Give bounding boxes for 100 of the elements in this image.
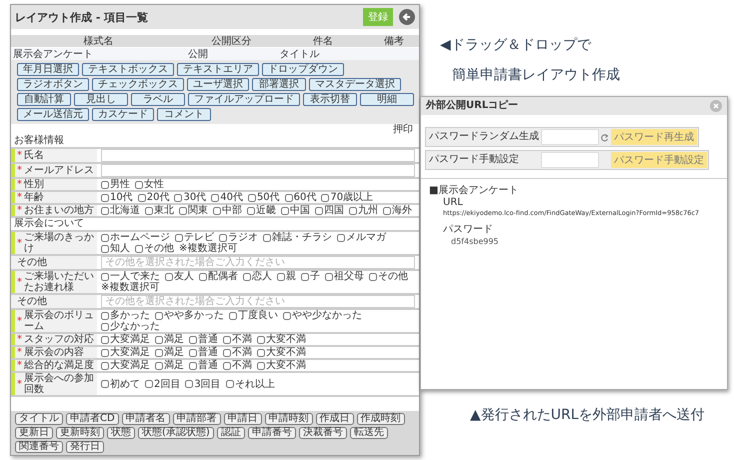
checkbox[interactable] [199,272,207,280]
checkbox[interactable] [101,244,109,252]
checkbox[interactable] [257,362,265,370]
palette-item[interactable]: ラジオボタン [17,78,89,91]
checkbox[interactable] [321,194,330,202]
field-chip[interactable]: 状態(承認状態) [138,427,214,439]
checkbox[interactable] [325,272,333,280]
text-field[interactable]: その他を選択された場合ご入力ください [101,295,415,308]
field-chip[interactable]: 作成時刻 [356,413,405,425]
palette-item[interactable]: マスタデータ選択 [309,78,401,91]
checkbox[interactable] [229,312,237,320]
password-field[interactable] [541,152,599,168]
field-chip[interactable]: 申請時刻 [264,413,313,425]
checkbox[interactable] [223,362,231,370]
field-chip[interactable]: 更新時刻 [56,427,104,439]
checkbox[interactable] [257,336,265,344]
checkbox[interactable] [243,272,251,280]
back-icon[interactable] [399,9,415,25]
checkbox[interactable] [101,312,109,320]
checkbox[interactable] [101,234,109,242]
checkbox[interactable] [174,194,182,202]
checkbox[interactable] [155,336,163,344]
checkbox[interactable] [145,380,153,388]
checkbox[interactable] [189,348,197,356]
refresh-icon[interactable] [600,132,609,142]
checkbox[interactable] [189,336,197,344]
checkbox[interactable] [223,336,231,344]
field-chip[interactable]: タイトル [15,413,63,425]
field-chip[interactable]: 認証 [216,427,245,439]
checkbox[interactable] [135,180,143,188]
checkbox[interactable] [175,234,183,242]
checkbox[interactable] [155,362,163,370]
field-chip[interactable]: 申請日 [224,413,262,425]
field-chip[interactable]: 関連番号 [15,441,63,453]
palette-item[interactable]: 見出し [74,93,128,106]
checkbox[interactable] [226,380,234,388]
checkbox[interactable] [248,194,256,202]
checkbox[interactable] [155,348,163,356]
checkbox[interactable] [101,272,109,280]
generate-button[interactable]: パスワード再生成 [611,129,697,145]
checkbox[interactable] [179,206,187,214]
checkbox[interactable] [281,206,289,214]
field-chip[interactable]: 申請番号 [248,427,296,439]
checkbox[interactable] [211,194,220,202]
checkbox[interactable] [101,180,109,188]
text-field[interactable] [101,149,415,162]
palette-item[interactable]: カスケード [92,108,154,121]
checkbox[interactable] [101,362,109,370]
checkbox[interactable] [277,272,285,280]
checkbox[interactable] [284,194,293,202]
checkbox[interactable] [185,380,194,388]
checkbox[interactable] [101,322,109,330]
palette-item[interactable]: コメント [157,108,211,121]
checkbox[interactable] [138,194,146,202]
checkbox[interactable] [101,206,109,214]
checkbox[interactable] [247,206,255,214]
field-chip[interactable]: 転送先 [350,427,388,439]
palette-item[interactable]: 表示切替 [303,93,357,106]
checkbox[interactable] [101,194,109,202]
field-chip[interactable]: 状態 [107,427,135,439]
text-field[interactable]: その他を選択された場合ご入力ください [101,256,415,269]
field-chip[interactable]: 作成日 [316,413,354,425]
palette-item[interactable]: 明細 [360,93,414,106]
field-chip[interactable]: 決裁番号 [298,427,347,439]
checkbox[interactable] [165,272,173,280]
password-field[interactable] [541,129,599,145]
generate-button[interactable]: パスワード手動設定 [611,152,707,168]
checkbox[interactable] [337,234,345,242]
palette-item[interactable]: テキストボックス [82,63,174,76]
palette-item[interactable]: 自動計算 [17,93,71,106]
field-chip[interactable]: 発行日 [66,441,104,453]
checkbox[interactable] [101,336,109,344]
checkbox[interactable] [213,206,221,214]
checkbox[interactable] [135,244,143,252]
palette-item[interactable]: メール送信元 [17,108,89,121]
palette-item[interactable]: ラベル [131,93,185,106]
field-chip[interactable]: 申請部署 [172,413,221,425]
checkbox[interactable] [383,206,391,214]
text-field[interactable] [101,164,415,177]
checkbox[interactable] [257,348,265,356]
palette-item[interactable]: チェックボックス [92,78,184,91]
checkbox[interactable] [189,362,197,370]
field-chip[interactable]: 申請者CD [66,413,119,425]
checkbox[interactable] [101,348,109,356]
palette-item[interactable]: 年月日選択 [17,63,79,76]
field-chip[interactable]: 申請者名 [122,413,170,425]
checkbox[interactable] [101,380,109,388]
checkbox[interactable] [155,312,163,320]
palette-item[interactable]: ドロップダウン [262,63,344,76]
field-chip[interactable]: 更新日 [15,427,53,439]
checkbox[interactable] [263,234,271,242]
checkbox[interactable] [301,272,309,280]
palette-item[interactable]: 部署選択 [252,78,306,91]
palette-item[interactable]: ファイルアップロード [188,93,300,106]
checkbox[interactable] [223,348,231,356]
palette-item[interactable]: ユーザ選択 [187,78,249,91]
checkbox[interactable] [283,312,291,320]
checkbox[interactable] [369,272,377,280]
checkbox[interactable] [349,206,357,214]
checkbox[interactable] [315,206,323,214]
